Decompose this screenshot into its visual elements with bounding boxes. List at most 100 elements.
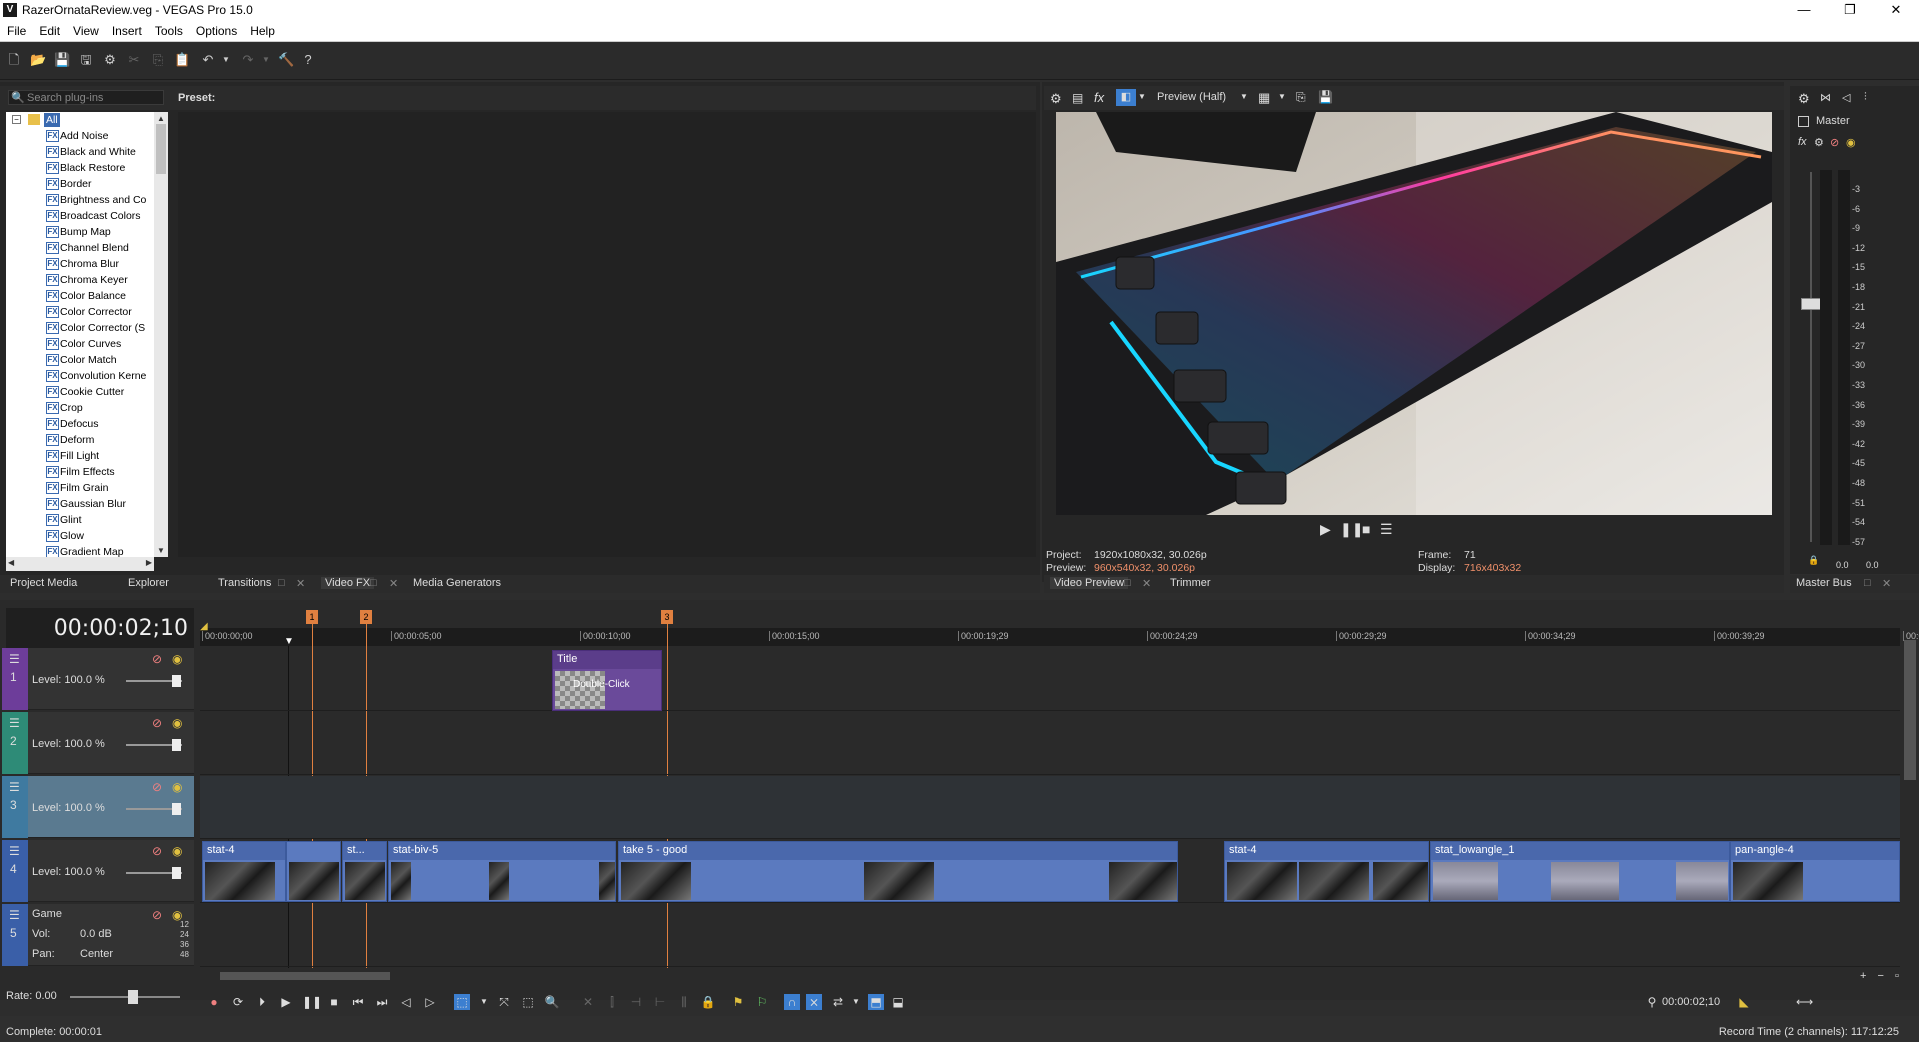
tab-transitions[interactable]: Transitions — [218, 577, 271, 589]
video-clip[interactable] — [286, 841, 341, 902]
mute-icon[interactable]: ⊘ — [152, 844, 162, 858]
tab-maximize-icon[interactable]: □ — [1124, 577, 1131, 589]
track-header-4[interactable]: ☰ 4 ⊘ ◉ Level: 100.0 % — [2, 840, 194, 902]
plugin-item[interactable]: FX Chroma Blur — [6, 256, 154, 272]
track-lane-4[interactable]: stat-4 st... stat-biv-5 take 5 - good st… — [200, 840, 1900, 903]
close-button[interactable]: ✕ — [1873, 0, 1919, 20]
master-fx-icon[interactable]: fx — [1798, 136, 1807, 148]
tab-video-fx[interactable]: Video FX — [321, 577, 375, 589]
undo-icon[interactable]: ↶ — [200, 52, 216, 68]
play-icon[interactable]: ▶ — [278, 994, 294, 1010]
trim-start-icon[interactable]: ⊣ — [628, 994, 644, 1010]
trim-icon[interactable]: ⫿ — [604, 994, 620, 1010]
marker-bar[interactable] — [200, 602, 1900, 626]
menu-help[interactable]: Help — [243, 20, 281, 38]
pause-icon[interactable]: ❚❚ — [302, 994, 322, 1010]
plugin-item[interactable]: FX Chroma Keyer — [6, 272, 154, 288]
plugin-item[interactable]: FX Fill Light — [6, 448, 154, 464]
rate-slider-handle[interactable] — [128, 990, 138, 1004]
menu-file[interactable]: File — [0, 20, 32, 38]
track-lane-1[interactable]: Title Double-Click — [200, 648, 1900, 711]
plugin-item[interactable]: FX Crop — [6, 400, 154, 416]
track-number[interactable]: ☰ 4 — [2, 840, 28, 902]
zoom-tool-icon[interactable]: 🔍 — [544, 994, 560, 1010]
solo-icon[interactable]: ◉ — [172, 652, 182, 666]
help-pointer-icon[interactable]: ? — [300, 52, 316, 68]
plugin-item[interactable]: FX Broadcast Colors — [6, 208, 154, 224]
master-checkbox[interactable] — [1798, 116, 1809, 127]
track-header-1[interactable]: ☰ 1 ⊘ ◉ Level: 100.0 % — [2, 648, 194, 710]
tab-media-generators[interactable]: Media Generators — [413, 577, 501, 589]
region-icon[interactable]: ⚐ — [754, 994, 770, 1010]
plugin-item[interactable]: FX Deform — [6, 432, 154, 448]
track-menu-icon[interactable]: ☰ — [9, 844, 20, 858]
play-icon[interactable]: ▶ — [1320, 521, 1331, 538]
video-clip[interactable]: take 5 - good — [618, 841, 1178, 902]
video-clip[interactable]: st... — [342, 841, 387, 902]
plugin-item[interactable]: FX Defocus — [6, 416, 154, 432]
pause-icon[interactable]: ❚❚ — [1340, 521, 1363, 538]
auto-crossfade-icon[interactable]: ⨯ — [806, 994, 822, 1010]
track-menu-icon[interactable]: ☰ — [9, 652, 20, 666]
marker-3[interactable]: 3 — [661, 610, 673, 624]
marker-icon[interactable]: ⚑ — [730, 994, 746, 1010]
solo-icon[interactable]: ◉ — [172, 716, 182, 730]
cut-icon[interactable]: ✂ — [126, 52, 142, 68]
level-slider-handle[interactable] — [172, 867, 181, 879]
track-number[interactable]: ☰ 5 — [2, 904, 28, 966]
tab-project-media[interactable]: Project Media — [10, 577, 77, 589]
plugin-item[interactable]: FX Bump Map — [6, 224, 154, 240]
redo-dropdown-icon[interactable]: ▼ — [258, 52, 274, 68]
plugin-item[interactable]: FX Color Match — [6, 352, 154, 368]
video-clip[interactable]: stat-biv-5 — [388, 841, 616, 902]
mixer-icon[interactable]: ⫶ — [1864, 91, 1867, 104]
plugin-vertical-scrollbar[interactable]: ▲ ▼ — [154, 112, 168, 557]
level-slider-handle[interactable] — [172, 739, 181, 751]
split-icon[interactable]: ⫼ — [676, 994, 692, 1010]
plugin-item[interactable]: FX Black Restore — [6, 160, 154, 176]
track-header-2[interactable]: ☰ 2 ⊘ ◉ Level: 100.0 % — [2, 712, 194, 774]
tab-master-bus[interactable]: Master Bus — [1796, 577, 1852, 589]
save-snapshot-icon[interactable]: 💾 — [1318, 90, 1333, 104]
selection-tool-icon[interactable]: ⬚ — [520, 994, 536, 1010]
record-icon[interactable]: ● — [206, 994, 222, 1010]
master-solo-icon[interactable]: ◉ — [1846, 136, 1856, 149]
menu-options[interactable]: Options — [189, 20, 243, 38]
auto-ripple-icon[interactable]: ⇄ — [830, 994, 846, 1010]
envelope-tool-icon[interactable]: ⤧ — [496, 994, 512, 1010]
overlays-grid-icon[interactable]: ▦ — [1258, 90, 1270, 106]
plugin-item[interactable]: FX Glow — [6, 528, 154, 544]
split-screen-icon[interactable]: ◧ — [1116, 89, 1136, 106]
marker-1[interactable]: 1 — [306, 610, 318, 624]
redo-icon[interactable]: ↷ — [240, 52, 256, 68]
tab-close-icon[interactable]: ✕ — [389, 577, 398, 590]
track-lane-5[interactable] — [200, 904, 1900, 967]
plugin-search-input[interactable]: 🔍 Search plug-ins — [8, 90, 164, 105]
copy-icon[interactable]: ⎘ — [150, 52, 166, 68]
solo-icon[interactable]: ◉ — [172, 844, 182, 858]
plugin-item[interactable]: FX Glint — [6, 512, 154, 528]
level-slider-handle[interactable] — [172, 675, 181, 687]
minimize-button[interactable]: — — [1781, 0, 1827, 20]
tab-maximize-icon[interactable]: □ — [278, 577, 285, 589]
stop-icon[interactable]: ■ — [1362, 521, 1370, 537]
restore-button[interactable]: ❐ — [1827, 0, 1873, 20]
tab-explorer[interactable]: Explorer — [128, 577, 169, 589]
menu-tools[interactable]: Tools — [148, 20, 189, 38]
track-number[interactable]: ☰ 3 — [2, 776, 28, 838]
track-number[interactable]: ☰ 2 — [2, 712, 28, 774]
preview-properties-gear-icon[interactable]: ⚙ — [1050, 91, 1062, 107]
timeline-ruler[interactable]: 00:00:00;00 00:00:05;00 00:00:10;00 00:00:1… — [200, 628, 1919, 646]
plugin-item[interactable]: FX Color Corrector (S — [6, 320, 154, 336]
lock-envelopes-icon[interactable]: ⬒ — [868, 994, 884, 1010]
lock-icon[interactable]: 🔒 — [700, 994, 716, 1010]
track-menu-icon[interactable]: ☰ — [9, 908, 20, 922]
track-header-5[interactable]: ☰ 5 ⊘ ◉ Game Vol: 0.0 dB Pan: Center 12 24 36 48 — [2, 904, 194, 966]
next-frame-icon[interactable]: ▷ — [422, 994, 438, 1010]
loop-icon[interactable]: ⟳ — [230, 994, 246, 1010]
plugin-item[interactable]: FX Channel Blend — [6, 240, 154, 256]
plugin-item[interactable]: FX Border — [6, 176, 154, 192]
video-clip[interactable]: stat_lowangle_1 — [1430, 841, 1730, 902]
normal-edit-tool-icon[interactable]: ⬚ — [454, 994, 470, 1010]
copy-snapshot-icon[interactable]: ⎘ — [1296, 90, 1306, 105]
